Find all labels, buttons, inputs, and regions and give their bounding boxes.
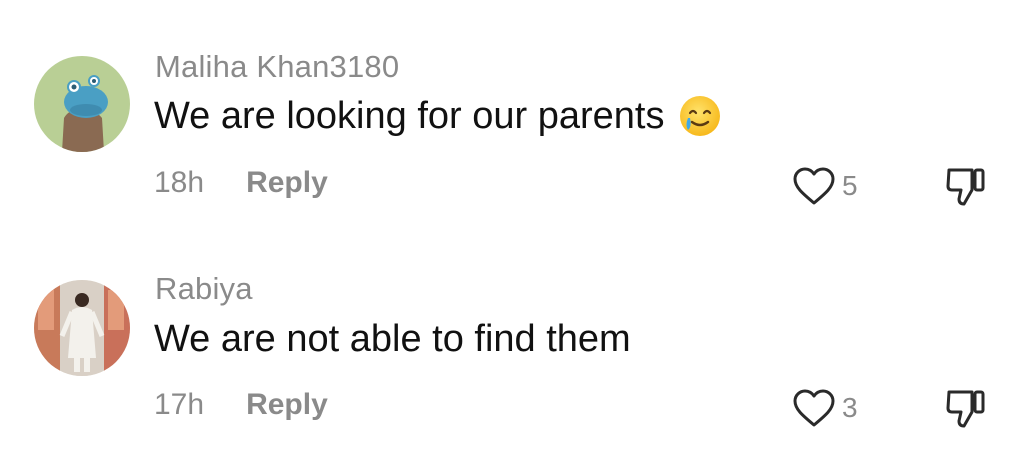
comment-meta: 18h Reply (154, 166, 328, 200)
face-holding-back-tears-emoji (678, 94, 722, 138)
comment-item: Rabiya We are not able to find them 17h … (0, 222, 1024, 428)
comment-text: We are looking for our parents (154, 94, 722, 138)
comment-username[interactable]: Rabiya (155, 271, 253, 307)
thumbs-down-outline-icon (946, 168, 985, 206)
comment-meta: 17h Reply (154, 388, 328, 422)
comment-item: Maliha Khan3180 We are looking for our p… (0, 0, 1024, 206)
like-count: 5 (842, 170, 858, 201)
comment-username[interactable]: Maliha Khan3180 (155, 49, 399, 85)
reply-button[interactable]: Reply (246, 388, 328, 422)
heart-outline-icon (793, 167, 835, 205)
comment-timestamp: 17h (154, 388, 205, 421)
comments-list: Maliha Khan3180 We are looking for our p… (0, 0, 1024, 471)
comment-timestamp: 18h (154, 166, 205, 199)
dislike-button[interactable] (944, 164, 990, 213)
dislike-button[interactable] (944, 386, 990, 435)
avatar[interactable] (34, 280, 130, 376)
like-count: 3 (842, 392, 858, 423)
heart-outline-icon (793, 389, 835, 427)
reply-button[interactable]: Reply (246, 166, 328, 200)
comment-text-content: We are not able to find them (154, 318, 631, 360)
thumbs-down-outline-icon (946, 390, 985, 428)
avatar[interactable] (34, 56, 130, 152)
like-button[interactable]: 3 (792, 388, 858, 428)
comment-text-content: We are looking for our parents (154, 94, 665, 137)
comment-text: We are not able to find them (154, 318, 631, 361)
like-button[interactable]: 5 (792, 166, 858, 206)
